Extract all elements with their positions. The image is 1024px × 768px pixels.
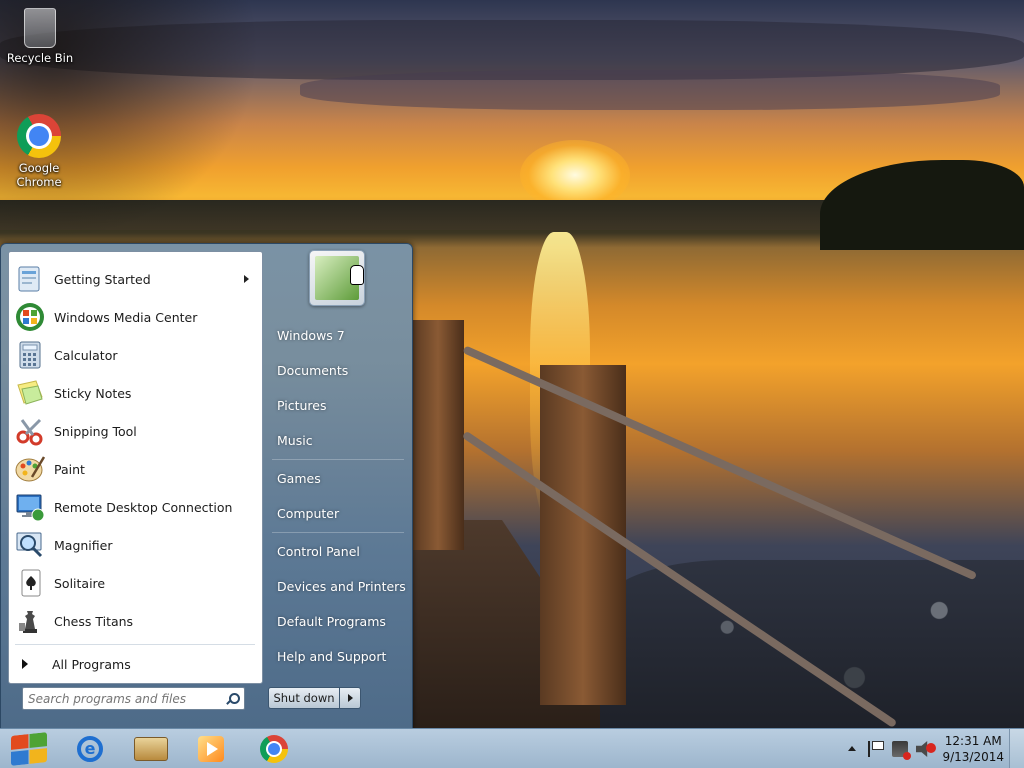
- tree-line: [820, 160, 1024, 250]
- taskbar: e 12:31 AM 9/13/2014: [0, 728, 1024, 768]
- program-paint[interactable]: Paint: [12, 451, 257, 487]
- program-label: Solitaire: [54, 575, 106, 591]
- shutdown-label: Shut down: [273, 691, 335, 705]
- all-programs-button[interactable]: All Programs: [19, 654, 131, 674]
- internet-explorer-icon: e: [77, 736, 103, 762]
- place-pictures[interactable]: Pictures: [272, 391, 413, 419]
- program-label: Paint: [54, 461, 85, 477]
- shore-rocks: [600, 560, 1024, 728]
- solitaire-icon: [21, 569, 41, 597]
- place-label: Pictures: [277, 397, 327, 413]
- place-devices-and-printers[interactable]: Devices and Printers: [272, 572, 413, 600]
- place-default-programs[interactable]: Default Programs: [272, 607, 413, 635]
- program-label: Calculator: [54, 347, 118, 363]
- program-remote-desktop-connection[interactable]: Remote Desktop Connection: [12, 489, 257, 525]
- clock-time: 12:31 AM: [944, 734, 1002, 748]
- start-menu: Getting Started Windows Media Center Cal…: [0, 243, 413, 730]
- place-help-and-support[interactable]: Help and Support: [272, 642, 413, 670]
- program-label: Chess Titans: [54, 613, 134, 629]
- chevron-right-icon: [22, 659, 28, 669]
- search-icon[interactable]: [225, 692, 240, 706]
- start-button[interactable]: [3, 731, 53, 767]
- program-solitaire[interactable]: Solitaire: [12, 565, 257, 601]
- program-magnifier[interactable]: Magnifier: [12, 527, 257, 563]
- program-label: Magnifier: [54, 537, 113, 553]
- program-calculator[interactable]: Calculator: [12, 337, 257, 373]
- network-icon[interactable]: [892, 741, 911, 760]
- desktop-icon-recycle-bin[interactable]: Recycle Bin: [2, 8, 78, 65]
- program-chess-titans[interactable]: Chess Titans: [12, 603, 257, 639]
- place-windows-7[interactable]: Windows 7: [272, 321, 413, 349]
- windows-media-player-icon: [198, 736, 224, 762]
- program-getting-started[interactable]: Getting Started: [12, 261, 257, 297]
- chess-titans-icon: [19, 611, 37, 633]
- divider: [272, 532, 404, 533]
- desktop-icon-google-chrome[interactable]: Google Chrome: [1, 114, 77, 189]
- recycle-bin-icon: [24, 8, 56, 48]
- system-tray: 12:31 AM 9/13/2014: [834, 729, 1024, 768]
- hand-cursor-icon: [350, 265, 364, 285]
- search-programs-box[interactable]: [22, 687, 245, 710]
- start-menu-programs-pane: Getting Started Windows Media Center Cal…: [8, 251, 263, 684]
- place-label: Computer: [277, 505, 340, 521]
- place-label: Documents: [277, 362, 349, 378]
- cloud-band: [300, 70, 1000, 110]
- sticky-notes-icon: [17, 380, 43, 405]
- place-control-panel[interactable]: Control Panel: [272, 537, 413, 565]
- program-label: Snipping Tool: [54, 423, 137, 439]
- taskbar-internet-explorer[interactable]: e: [70, 733, 110, 765]
- submenu-arrow-icon: [244, 275, 249, 283]
- windows-logo-icon: [11, 732, 47, 766]
- show-hidden-icons-icon[interactable]: [848, 746, 856, 751]
- divider: [272, 459, 404, 460]
- place-documents[interactable]: Documents: [272, 356, 413, 384]
- chrome-icon: [17, 114, 61, 158]
- program-snipping-tool[interactable]: Snipping Tool: [12, 413, 257, 449]
- program-label: Sticky Notes: [54, 385, 132, 401]
- all-programs-label: All Programs: [52, 656, 131, 672]
- action-center-flag-icon[interactable]: [868, 741, 886, 757]
- taskbar-windows-media-player[interactable]: [191, 733, 231, 765]
- place-label: Devices and Printers: [277, 578, 406, 594]
- windows-media-center-icon: [16, 303, 44, 331]
- pier-post: [412, 320, 464, 550]
- search-input[interactable]: [23, 690, 225, 707]
- shutdown-control: Shut down: [268, 687, 361, 709]
- paint-icon: [15, 456, 46, 482]
- mute-indicator-icon: [926, 743, 936, 753]
- desktop-icon-label: Google Chrome: [16, 161, 62, 189]
- taskbar-windows-explorer[interactable]: [131, 733, 171, 765]
- clock[interactable]: 12:31 AM 9/13/2014: [942, 733, 1004, 765]
- place-label: Music: [277, 432, 313, 448]
- snipping-tool-icon: [16, 418, 43, 446]
- remote-desktop-icon: [16, 494, 45, 522]
- show-desktop-button[interactable]: [1009, 729, 1024, 768]
- place-label: Windows 7: [277, 327, 345, 343]
- windows-explorer-icon: [134, 737, 168, 761]
- program-sticky-notes[interactable]: Sticky Notes: [12, 375, 257, 411]
- place-games[interactable]: Games: [272, 464, 413, 492]
- magnifier-icon: [16, 532, 43, 558]
- program-windows-media-center[interactable]: Windows Media Center: [12, 299, 257, 335]
- program-label: Getting Started: [54, 271, 151, 287]
- shutdown-button[interactable]: Shut down: [268, 687, 340, 709]
- place-label: Default Programs: [277, 613, 386, 629]
- divider: [15, 644, 255, 645]
- taskbar-google-chrome[interactable]: [254, 733, 294, 765]
- clock-date: 9/13/2014: [942, 750, 1004, 764]
- shutdown-options-button[interactable]: [340, 687, 361, 709]
- place-music[interactable]: Music: [272, 426, 413, 454]
- place-computer[interactable]: Computer: [272, 499, 413, 527]
- place-label: Control Panel: [277, 543, 360, 559]
- calculator-icon: [19, 341, 41, 369]
- getting-started-icon: [18, 266, 40, 292]
- user-account-picture[interactable]: [309, 250, 365, 306]
- desktop-icon-label: Recycle Bin: [6, 51, 74, 65]
- chrome-icon: [260, 735, 288, 763]
- program-label: Windows Media Center: [54, 309, 198, 325]
- program-label: Remote Desktop Connection: [54, 499, 233, 515]
- place-label: Games: [277, 470, 321, 486]
- place-label: Help and Support: [277, 648, 387, 664]
- start-menu-places-pane: Windows 7 Documents Pictures Music Games…: [264, 244, 412, 729]
